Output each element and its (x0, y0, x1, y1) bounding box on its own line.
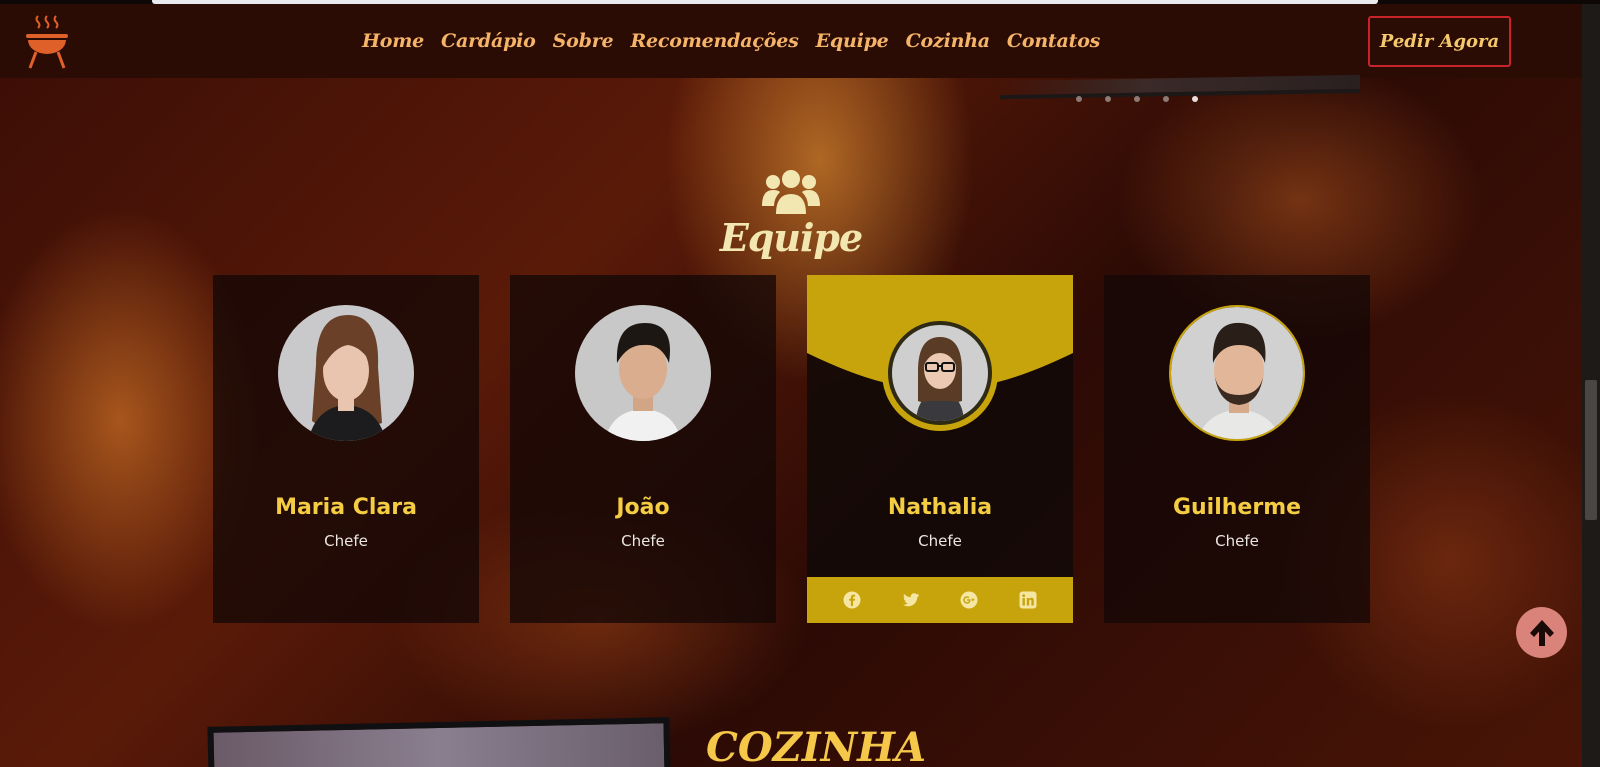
avatar (1169, 305, 1305, 441)
facebook-icon[interactable] (843, 591, 861, 609)
avatar-photo (892, 325, 988, 421)
avatar (892, 325, 988, 421)
nav-link-equipe[interactable]: Equipe (816, 30, 889, 52)
google-plus-icon[interactable] (960, 591, 978, 609)
users-icon (762, 170, 820, 214)
member-name: Maria Clara (275, 495, 417, 520)
arrow-up-icon (1529, 619, 1554, 646)
member-role: Chefe (621, 532, 665, 550)
slider-dot[interactable] (1076, 96, 1082, 102)
member-name: João (616, 495, 670, 520)
avatar-photo (575, 305, 711, 441)
slider-dot-active[interactable] (1192, 96, 1198, 102)
twitter-icon[interactable] (902, 591, 920, 609)
nav-link-cozinha[interactable]: Cozinha (906, 30, 991, 52)
navbar: Home Cardápio Sobre Recomendações Equipe… (0, 4, 1582, 78)
slider-dot[interactable] (1163, 96, 1169, 102)
team-card-active[interactable]: Nathalia Chefe (807, 275, 1073, 623)
member-role: Chefe (918, 532, 962, 550)
scrollbar-thumb[interactable] (1585, 380, 1597, 520)
team-section-title: Equipe (719, 215, 863, 260)
nav-link-home[interactable]: Home (362, 30, 424, 52)
team-card[interactable]: Maria Clara Chefe (213, 275, 479, 623)
team-card[interactable]: Guilherme Chefe (1104, 275, 1370, 623)
nav-link-sobre[interactable]: Sobre (553, 30, 614, 52)
avatar (278, 305, 414, 441)
team-card[interactable]: João Chefe (510, 275, 776, 623)
page-scrollbar[interactable] (1582, 4, 1600, 767)
linkedin-icon[interactable] (1019, 591, 1037, 609)
back-to-top-button[interactable] (1516, 607, 1567, 658)
member-role: Chefe (324, 532, 368, 550)
member-role: Chefe (1215, 532, 1259, 550)
slider-dot[interactable] (1134, 96, 1140, 102)
member-name: Guilherme (1172, 495, 1302, 520)
avatar-photo (278, 305, 414, 441)
kitchen-section-title: COZINHA (706, 724, 926, 767)
nav-links: Home Cardápio Sobre Recomendações Equipe… (362, 4, 1100, 78)
member-name: Nathalia (887, 495, 993, 520)
slider-dot[interactable] (1105, 96, 1111, 102)
avatar (575, 305, 711, 441)
social-links-bar (807, 577, 1073, 623)
nav-link-cardapio[interactable]: Cardápio (441, 30, 536, 52)
nav-link-recomendacoes[interactable]: Recomendações (630, 30, 798, 52)
slider-dots (1076, 96, 1198, 102)
nav-link-contatos[interactable]: Contatos (1007, 30, 1100, 52)
avatar-photo (1171, 307, 1303, 439)
order-now-button[interactable]: Pedir Agora (1368, 16, 1511, 67)
grill-logo[interactable] (22, 14, 72, 70)
kitchen-image-frame (207, 717, 671, 767)
